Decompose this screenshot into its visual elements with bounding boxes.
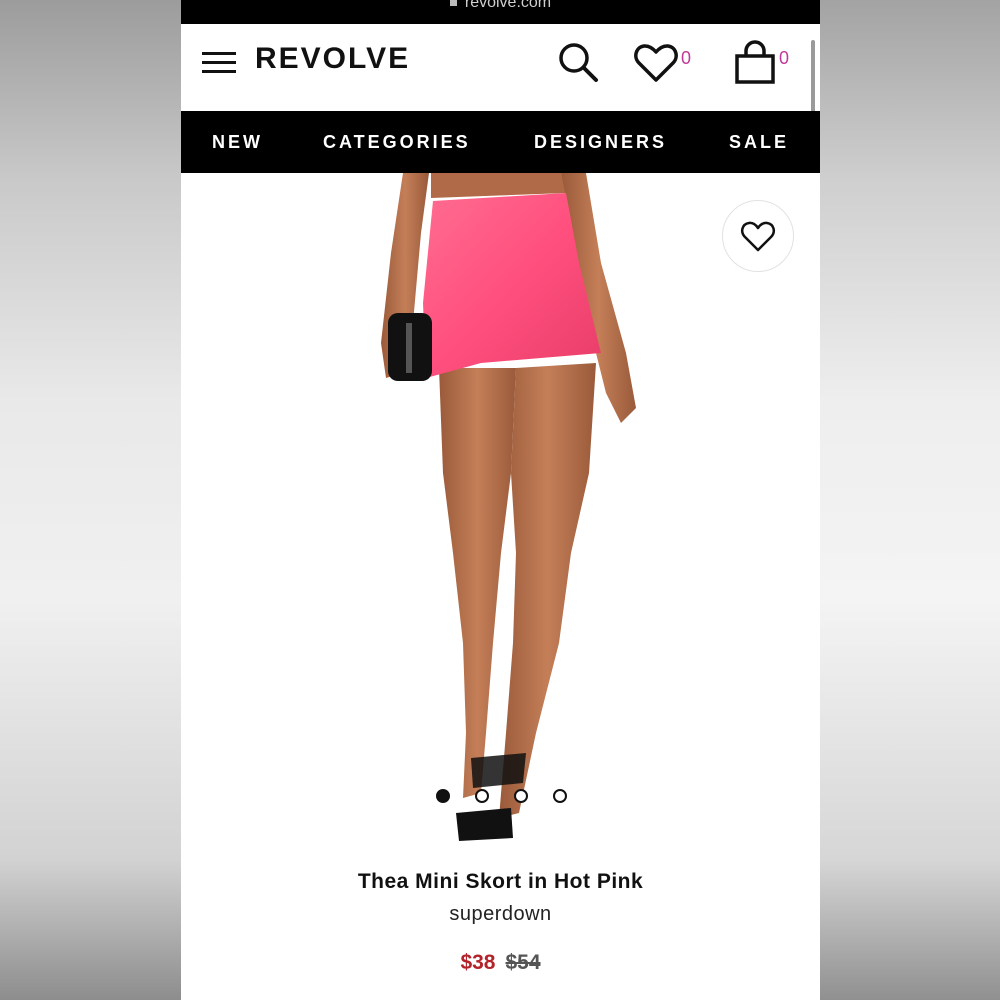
carousel-dot-3[interactable] <box>514 789 528 803</box>
price-row: $38 $54 <box>181 951 820 975</box>
carousel-dot-1[interactable] <box>436 789 450 803</box>
phone-screen: revolve.com REVOLVE 0 0 NEW CATEGORIES D… <box>181 0 820 1000</box>
carousel-dots <box>436 789 576 803</box>
original-price: $54 <box>505 951 541 974</box>
model-photo <box>381 173 636 841</box>
sale-price: $38 <box>460 951 496 974</box>
search-icon[interactable] <box>556 40 600 84</box>
background-frame-right <box>820 0 1000 1000</box>
hamburger-menu-icon[interactable] <box>202 52 236 74</box>
shopping-bag-icon[interactable] <box>734 40 776 86</box>
favorite-button[interactable] <box>722 200 794 272</box>
nav-item-categories[interactable]: CATEGORIES <box>323 132 471 153</box>
main-nav: NEW CATEGORIES DESIGNERS SALE <box>181 111 820 173</box>
background-frame-left <box>0 0 181 1000</box>
carousel-dot-4[interactable] <box>553 789 567 803</box>
product-image[interactable] <box>181 173 820 853</box>
wishlist-count: 0 <box>681 48 692 68</box>
product-designer[interactable]: superdown <box>181 903 820 926</box>
nav-item-designers[interactable]: DESIGNERS <box>534 132 667 153</box>
product-title: Thea Mini Skort in Hot Pink <box>357 870 644 893</box>
url-text: revolve.com <box>464 0 552 11</box>
site-header: REVOLVE 0 0 <box>181 24 820 111</box>
carousel-dot-2[interactable] <box>475 789 489 803</box>
nav-item-sale[interactable]: SALE <box>729 132 789 153</box>
lock-icon <box>449 0 457 6</box>
heart-outline-icon <box>740 221 776 252</box>
brand-logo[interactable]: REVOLVE <box>255 42 410 76</box>
bag-count: 0 <box>779 48 790 68</box>
nav-item-new[interactable]: NEW <box>212 132 263 153</box>
heart-icon[interactable] <box>633 42 679 86</box>
browser-url-bar[interactable]: revolve.com <box>181 0 820 24</box>
